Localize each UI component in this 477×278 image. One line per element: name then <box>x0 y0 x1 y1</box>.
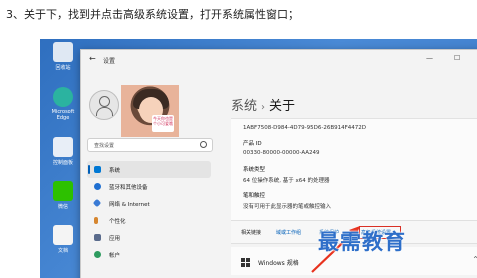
spec-label: 产品 ID <box>243 141 262 147</box>
spec-value: 64 位操作系统, 基于 x64 的处理器 <box>243 178 330 184</box>
spec-value: 00330-80000-00000-AA249 <box>243 150 320 156</box>
sidebar-item-label: 系统 <box>109 168 121 174</box>
sidebar-item-label: 个性化 <box>109 219 126 225</box>
spec-value: 1ABF7508-D984-4D79-95D6-26B914F4472D <box>243 125 366 131</box>
search-placeholder: 查找设置 <box>94 143 115 149</box>
desktop-icon-label: 回收站 <box>55 65 71 71</box>
bluetooth-icon <box>94 183 101 190</box>
maximize-icon[interactable]: ☐ <box>454 54 460 62</box>
breadcrumb-parent[interactable]: 系统 <box>231 99 257 114</box>
desktop-icon-document[interactable]: 文档 <box>46 225 80 254</box>
wechat-icon <box>53 181 73 201</box>
screenshot: 回收站 Microsoft Edge 控制面板 微信 文档 ← 设置 — ☐ ✕… <box>40 39 477 278</box>
device-specs: 1ABF7508-D984-4D79-95D6-26B914F4472D 产品 … <box>231 118 477 223</box>
document-icon <box>53 225 73 245</box>
profile-photo: 今天你也是个小可爱哦 <box>121 85 179 137</box>
title-bar: ← 设置 — ☐ ✕ <box>81 50 477 68</box>
desktop-icon-label: 文档 <box>57 248 68 254</box>
windows-logo-icon <box>241 258 250 267</box>
watermark: 最需教育 <box>318 229 406 254</box>
sidebar-item-system[interactable]: 系统 <box>87 161 211 178</box>
recycle-bin-icon <box>53 42 73 62</box>
photo-sign: 今天你也是个小可爱哦 <box>152 115 174 132</box>
spec-label: 笔和触控 <box>243 193 266 199</box>
page-title: 关于 <box>269 99 296 114</box>
window-title: 设置 <box>103 58 116 65</box>
desktop-icon-wechat[interactable]: 微信 <box>46 181 80 210</box>
accounts-icon <box>94 251 101 258</box>
system-icon <box>94 166 101 173</box>
sidebar-item-accounts[interactable]: 帐户 <box>87 246 211 263</box>
related-links-label: 相关链接 <box>241 230 262 236</box>
desktop-icon-label: Microsoft Edge <box>51 109 75 121</box>
sidebar-item-apps[interactable]: 应用 <box>87 229 211 246</box>
sidebar-item-label: 帐户 <box>109 253 121 259</box>
minimize-icon[interactable]: — <box>426 54 433 62</box>
chevron-up-icon[interactable]: ⌃ <box>472 255 477 264</box>
network-icon <box>92 198 102 208</box>
desktop-icon-control-panel[interactable]: 控制面板 <box>46 137 80 166</box>
caption-text: 3、关于下，找到并点击高级系统设置，打开系统属性窗口； <box>6 8 299 21</box>
spec-value: 没有可用于此显示器的笔或触控输入 <box>243 204 332 210</box>
back-arrow-icon[interactable]: ← <box>89 54 96 63</box>
edge-icon <box>53 87 73 107</box>
chevron-right-icon: › <box>261 102 266 113</box>
domain-workgroup-link[interactable]: 域或工作组 <box>276 229 301 236</box>
apps-icon <box>94 234 101 241</box>
avatar[interactable] <box>89 90 119 120</box>
search-input[interactable]: 查找设置 <box>87 138 213 152</box>
desktop-icon-label: 控制面板 <box>52 160 73 166</box>
desktop-icon-label: 微信 <box>57 204 68 210</box>
sidebar-item-label: 应用 <box>109 236 121 242</box>
sidebar-item-network[interactable]: 网络 & Internet <box>87 195 211 212</box>
sidebar-item-bluetooth[interactable]: 蓝牙和其他设备 <box>87 178 211 195</box>
windows-spec-label: Windows 规格 <box>258 260 299 267</box>
control-panel-icon <box>53 137 73 157</box>
sidebar-item-label: 蓝牙和其他设备 <box>109 185 148 191</box>
desktop-icon-recycle-bin[interactable]: 回收站 <box>46 42 80 71</box>
sidebar-item-personalization[interactable]: 个性化 <box>87 212 211 229</box>
personalization-icon <box>94 217 98 224</box>
breadcrumb: 系统 › 关于 <box>231 95 295 114</box>
spec-label: 系统类型 <box>243 167 266 173</box>
sidebar-nav: 系统 蓝牙和其他设备 网络 & Internet 个性化 应用 帐户 <box>87 161 211 263</box>
search-icon <box>200 141 207 148</box>
sidebar-item-label: 网络 & Internet <box>109 202 150 208</box>
settings-window: ← 设置 — ☐ ✕ 今天你也是个小可爱哦 查找设置 系统 蓝牙和其他设备 <box>80 49 477 278</box>
desktop-icon-edge[interactable]: Microsoft Edge <box>46 87 80 121</box>
